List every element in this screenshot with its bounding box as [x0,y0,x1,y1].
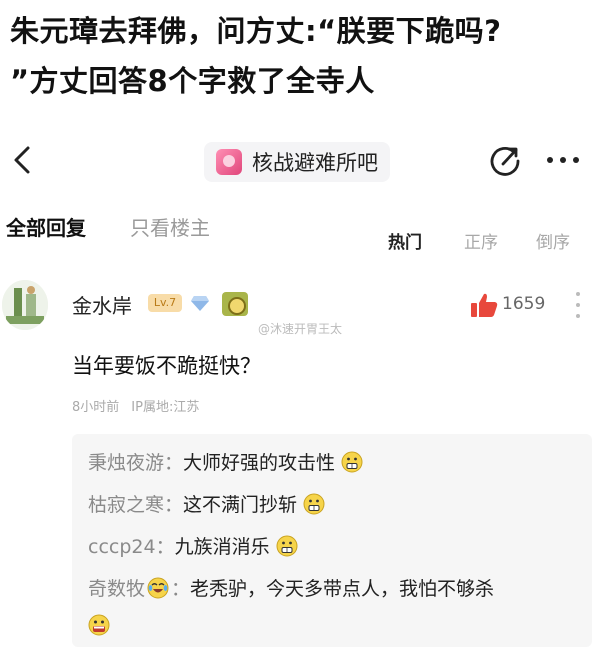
filter-bar: 全部回复 只看楼主 热门 正序 倒序 [0,212,600,256]
forum-name: 核战避难所吧 [252,151,378,175]
reply-author[interactable]: 奇数牧 [88,574,145,601]
scream-emoji-icon [88,614,110,636]
share-icon[interactable] [488,142,522,180]
comment-time: 8小时前 [72,400,120,415]
sort-hot[interactable]: 热门 [388,228,422,253]
comment-item: 金水岸 Lv.7 @沐速开胃王太 1659 当年要饭不跪挺快？ 8小时前 IP属地… [0,272,600,647]
comment-text: 当年要饭不跪挺快？ [72,354,261,378]
sort-descending[interactable]: 倒序 [536,228,570,253]
reply-text: 老秃驴，今天多带点人，我怕不够杀 [190,578,495,600]
replies-box[interactable]: 秉烛夜游： 大师好强的攻击性 枯寂之寒： 这不满门抄斩 cccp24： 九族消消… [72,434,592,647]
reply-item[interactable]: cccp24： 九族消消乐 [88,532,298,559]
headline-line-1: 朱元璋去拜佛，问方丈:“朕要下跪吗? [10,14,502,48]
reply-item[interactable]: 枯寂之寒： 这不满门抄斩 [88,490,325,517]
tab-all-replies[interactable]: 全部回复 [6,212,86,241]
grimace-emoji-icon [341,451,363,472]
comment-menu-icon[interactable] [574,290,582,320]
reply-item[interactable]: 奇数牧 ： 老秃驴，今天多带点人，我怕不够杀 [88,574,494,601]
reply-separator: ： [171,578,191,600]
like-count: 1659 [502,294,546,314]
diamond-icon [191,296,209,311]
reply-author[interactable]: 枯寂之寒： [88,490,183,517]
reply-text: 大师好强的攻击性 [183,452,336,474]
grimace-emoji-icon [303,493,325,514]
headline-line-2: ”方丈回答8个字救了全寺人 [10,64,375,98]
user-avatar[interactable] [2,280,48,330]
watermark: @沐速开胃王太 [258,322,343,336]
medal-icon [222,292,248,316]
forum-pill[interactable]: 核战避难所吧 [204,142,390,182]
forum-avatar [216,149,242,175]
level-badge: Lv.7 [148,294,182,312]
username[interactable]: 金水岸 [72,290,132,319]
reply-item[interactable]: 秉烛夜游： 大师好强的攻击性 [88,448,363,475]
tab-only-owner[interactable]: 只看楼主 [130,212,210,241]
more-icon[interactable] [545,150,581,170]
reply-text: 这不满门抄斩 [183,494,298,516]
navbar: 核战避难所吧 [0,132,600,190]
reply-author[interactable]: 秉烛夜游： [88,448,183,475]
back-chevron-icon[interactable] [8,140,38,180]
comment-meta: 8小时前 IP属地:江苏 [72,396,199,415]
comment-location: IP属地:江苏 [131,400,200,415]
grimace-emoji-icon [276,535,298,556]
avatar-figure-icon [2,280,48,330]
laugh-cry-emoji-icon [147,577,169,598]
reply-text: 九族消消乐 [174,536,270,558]
reply-author[interactable]: cccp24： [88,532,175,559]
sort-ascending[interactable]: 正序 [464,228,498,253]
headline: 朱元璋去拜佛，问方丈:“朕要下跪吗? ”方丈回答8个字救了全寺人 [10,6,594,106]
thumbs-up-icon[interactable] [470,292,498,318]
